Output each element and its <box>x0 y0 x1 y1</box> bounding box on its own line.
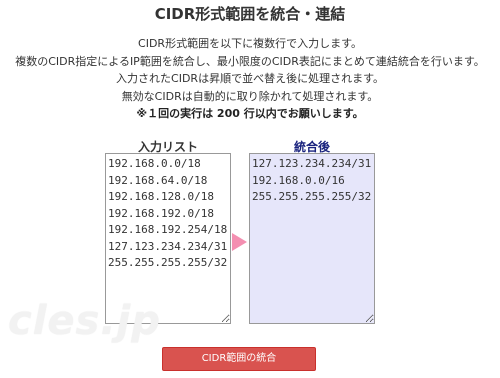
watermark-logo: cles.jp <box>8 298 161 344</box>
description-line-2: 複数のCIDR指定によるIP範囲を統合し、最小限度のCIDR表記にまとめて連結統… <box>15 54 485 68</box>
description-line-1: CIDR形式範囲を以下に複数行で入力します。 <box>138 37 362 50</box>
output-list-textarea[interactable]: 127.123.234.234/31 192.168.0.0/16 255.25… <box>249 153 375 324</box>
arrow-right-icon <box>232 233 247 251</box>
limit-note: ※１回の実行は 200 行以内でお願いします。 <box>136 107 364 120</box>
description-line-3: 入力されたCIDRは昇順で並べ替え後に処理されます。 <box>116 72 384 85</box>
description: CIDR形式範囲を以下に複数行で入力します。 複数のCIDR指定によるIP範囲を… <box>0 35 500 123</box>
merge-cidr-button[interactable]: CIDR範囲の統合 <box>162 347 316 371</box>
page-title: CIDR形式範囲を統合・連結 <box>154 5 346 23</box>
description-line-4: 無効なCIDRは自動的に取り除かれて処理されます。 <box>121 89 379 103</box>
